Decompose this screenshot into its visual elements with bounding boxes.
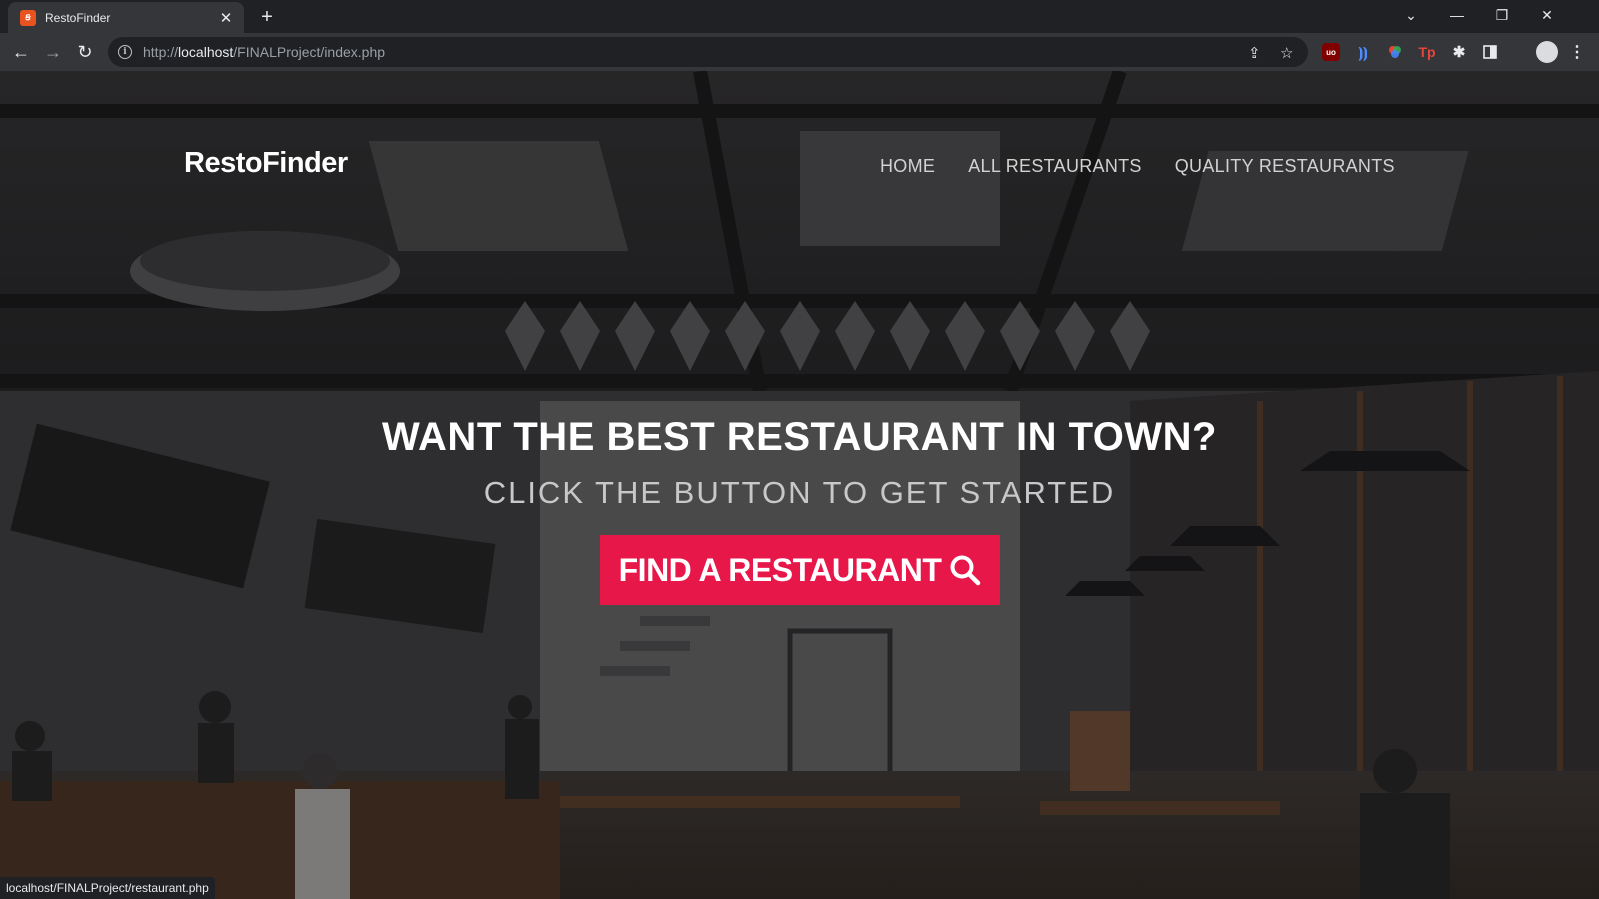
menu-kebab-icon[interactable]: ⋮ [1568,43,1586,61]
color-picker-extension-icon[interactable] [1386,43,1404,61]
extensions-puzzle-icon[interactable]: ✱ [1450,43,1468,61]
page-viewport: RestoFinder HOME ALL RESTAURANTS QUALITY… [0,71,1599,899]
forward-icon[interactable]: → [40,39,66,65]
close-tab-icon[interactable]: ✕ [216,8,236,28]
tab-strip: ꞩ RestoFinder ✕ + ⌄ — ❐ ✕ [0,0,1599,33]
url-scheme: http:// [143,44,179,60]
tab-title: RestoFinder [45,10,111,25]
link-status-bar: localhost/FINALProject/restaurant.php [0,877,215,899]
xampp-icon: ꞩ [20,9,36,26]
browser-tab[interactable]: ꞩ RestoFinder ✕ [8,2,244,33]
new-tab-button[interactable]: + [255,5,279,29]
site-info-icon[interactable]: i [118,45,132,59]
tp-extension-icon[interactable]: Tp [1418,43,1436,61]
nav-link-home[interactable]: HOME [880,156,935,177]
share-icon[interactable]: ⇪ [1248,44,1261,62]
url-path: /FINALProject/index.php [233,44,386,60]
back-icon[interactable]: ← [8,39,34,65]
restore-button[interactable]: ❐ [1479,0,1525,30]
url-text[interactable]: http://localhost/FINALProject/index.php [143,44,385,60]
tab-search-icon[interactable]: ⌄ [1388,0,1434,30]
browser-toolbar: ← → ↻ i http://localhost/FINALProject/in… [0,33,1599,71]
read-aloud-extension-icon[interactable]: ⦘⦘ [1354,43,1372,61]
profile-avatar[interactable] [1536,41,1558,63]
url-host: localhost [178,44,234,60]
nav-link-quality-restaurants[interactable]: QUALITY RESTAURANTS [1175,156,1395,177]
minimize-button[interactable]: — [1434,0,1480,30]
close-window-button[interactable]: ✕ [1524,0,1570,30]
find-restaurant-button[interactable]: FIND A RESTAURANT [600,535,1000,605]
main-nav: HOME ALL RESTAURANTS QUALITY RESTAURANTS [880,156,1395,177]
address-bar[interactable]: i http://localhost/FINALProject/index.ph… [108,37,1308,67]
ublock-extension-icon[interactable]: uo [1322,43,1340,61]
bookmark-star-icon[interactable]: ☆ [1280,44,1293,62]
site-brand-logo[interactable]: RestoFinder [184,147,348,180]
side-panel-icon[interactable] [1481,43,1499,61]
nav-link-all-restaurants[interactable]: ALL RESTAURANTS [968,156,1142,177]
search-icon [950,555,981,586]
hero-subtitle: CLICK THE BUTTON TO GET STARTED [483,475,1116,510]
hero-title: WANT THE BEST RESTAURANT IN TOWN? [382,415,1217,459]
reload-icon[interactable]: ↻ [72,39,98,65]
find-restaurant-label: FIND A RESTAURANT [618,551,942,588]
